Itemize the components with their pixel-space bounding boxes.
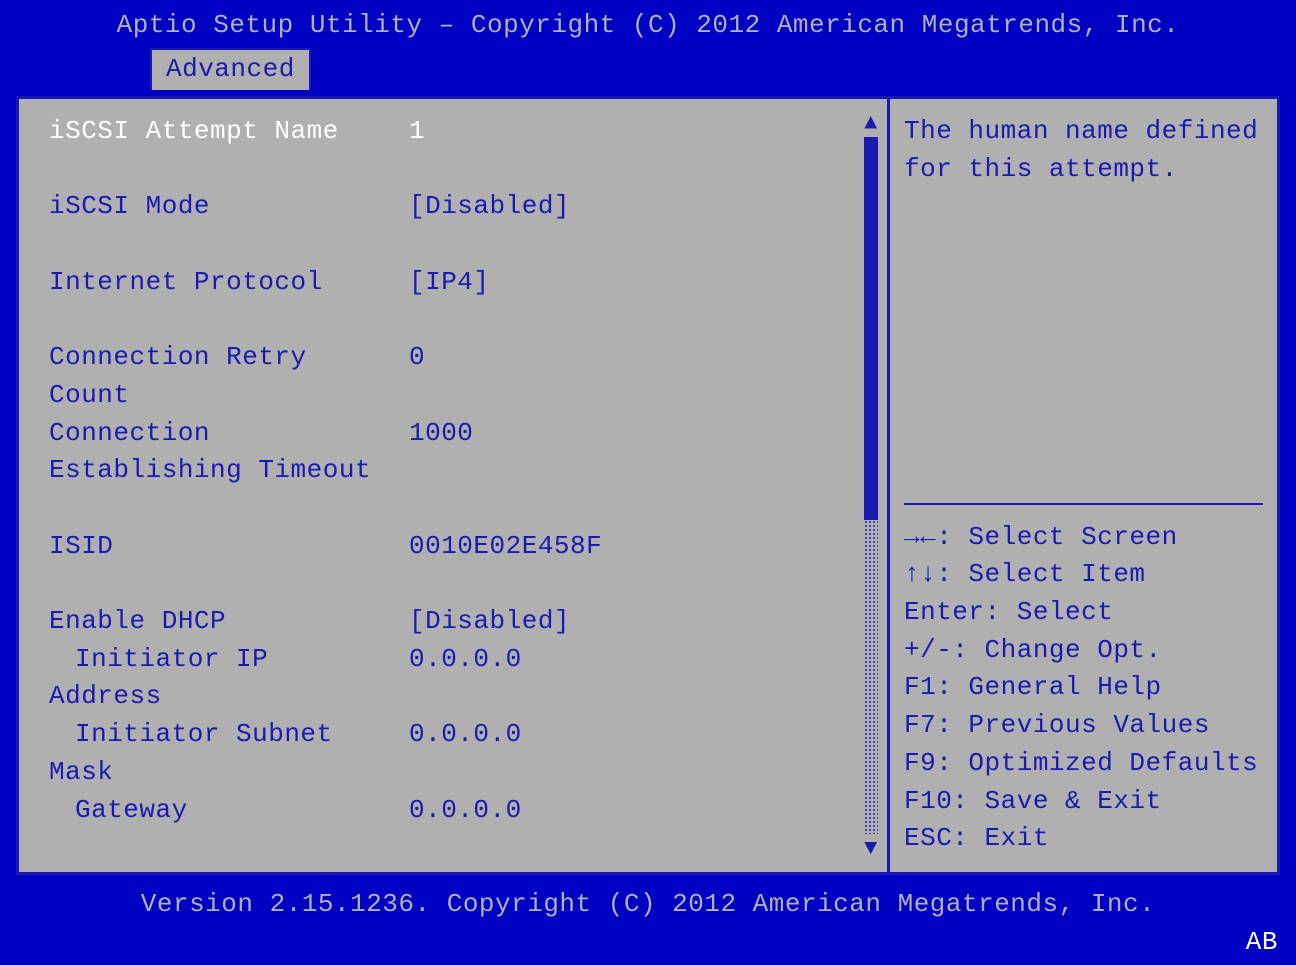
- main-panel: iSCSI Attempt Name1iSCSI Mode[Disabled]I…: [16, 96, 1280, 875]
- setting-row[interactable]: Connection1000: [49, 415, 857, 453]
- setting-label-continuation: Count: [49, 377, 857, 415]
- setting-row[interactable]: Connection Retry0: [49, 339, 857, 377]
- setting-row[interactable]: Initiator Subnet0.0.0.0: [49, 716, 857, 754]
- scroll-track-pattern: [864, 520, 878, 834]
- setting-label: Establishing Timeout: [49, 452, 857, 490]
- setting-row[interactable]: Initiator IP0.0.0.0: [49, 641, 857, 679]
- setting-label: Connection: [49, 415, 409, 453]
- setting-label: Mask: [49, 754, 857, 792]
- setting-value: 1: [409, 113, 857, 151]
- setting-row[interactable]: Gateway0.0.0.0: [49, 792, 857, 830]
- scrollbar[interactable]: ▲ ▼: [861, 113, 881, 858]
- setting-label: Initiator IP: [49, 641, 409, 679]
- blank-row: [49, 226, 857, 264]
- setting-value: 0.0.0.0: [409, 641, 857, 679]
- setting-label: Internet Protocol: [49, 264, 409, 302]
- blank-row: [49, 151, 857, 189]
- setting-label: iSCSI Mode: [49, 188, 409, 226]
- setting-value: 0.0.0.0: [409, 716, 857, 754]
- setting-label-continuation: Mask: [49, 754, 857, 792]
- setting-label: ISID: [49, 528, 409, 566]
- setting-value: [Disabled]: [409, 188, 857, 226]
- menu-tabs: Advanced: [0, 46, 1296, 90]
- setting-row[interactable]: Enable DHCP[Disabled]: [49, 603, 857, 641]
- help-key-hint: →←: Select Screen: [904, 519, 1263, 557]
- help-description: The human name defined for this attempt.: [904, 113, 1263, 493]
- setting-value: [IP4]: [409, 264, 857, 302]
- help-panel: The human name defined for this attempt.…: [887, 99, 1277, 872]
- help-key-hint: F7: Previous Values: [904, 707, 1263, 745]
- help-key-hint: ↑↓: Select Item: [904, 556, 1263, 594]
- setting-label: Count: [49, 377, 857, 415]
- settings-panel[interactable]: iSCSI Attempt Name1iSCSI Mode[Disabled]I…: [19, 99, 887, 872]
- setting-value: [Disabled]: [409, 603, 857, 641]
- setting-row[interactable]: iSCSI Attempt Name1: [49, 113, 857, 151]
- setting-value: 1000: [409, 415, 857, 453]
- setting-label: Address: [49, 678, 857, 716]
- setting-label: Gateway: [49, 792, 409, 830]
- scroll-up-arrow-icon[interactable]: ▲: [864, 113, 878, 133]
- setting-value: 0: [409, 339, 857, 377]
- help-key-hint: Enter: Select: [904, 594, 1263, 632]
- blank-row: [49, 565, 857, 603]
- setting-value: 0010E02E458F: [409, 528, 857, 566]
- scroll-down-arrow-icon[interactable]: ▼: [864, 838, 878, 858]
- help-divider: [904, 503, 1263, 505]
- setting-label: iSCSI Attempt Name: [49, 113, 409, 151]
- tab-advanced[interactable]: Advanced: [150, 48, 311, 90]
- scroll-thumb[interactable]: [864, 137, 878, 520]
- setting-row[interactable]: ISID0010E02E458F: [49, 528, 857, 566]
- help-key-hint: F1: General Help: [904, 669, 1263, 707]
- help-key-hint: ESC: Exit: [904, 820, 1263, 858]
- help-key-hint: +/-: Change Opt.: [904, 632, 1263, 670]
- setting-row[interactable]: Internet Protocol[IP4]: [49, 264, 857, 302]
- footer-text: Version 2.15.1236. Copyright (C) 2012 Am…: [141, 889, 1155, 919]
- setting-label: Connection Retry: [49, 339, 409, 377]
- setting-label: Initiator Subnet: [49, 716, 409, 754]
- footer-bar: Version 2.15.1236. Copyright (C) 2012 Am…: [0, 877, 1296, 965]
- setting-label-continuation: Establishing Timeout: [49, 452, 857, 490]
- corner-mark: AB: [1246, 927, 1278, 957]
- blank-row: [49, 301, 857, 339]
- help-key-hint: F10: Save & Exit: [904, 783, 1263, 821]
- setting-row[interactable]: iSCSI Mode[Disabled]: [49, 188, 857, 226]
- setting-value: 0.0.0.0: [409, 792, 857, 830]
- help-key-hint: F9: Optimized Defaults: [904, 745, 1263, 783]
- setting-label-continuation: Address: [49, 678, 857, 716]
- scroll-track[interactable]: [864, 137, 878, 834]
- setting-label: Enable DHCP: [49, 603, 409, 641]
- blank-row: [49, 490, 857, 528]
- title-bar: Aptio Setup Utility – Copyright (C) 2012…: [0, 0, 1296, 46]
